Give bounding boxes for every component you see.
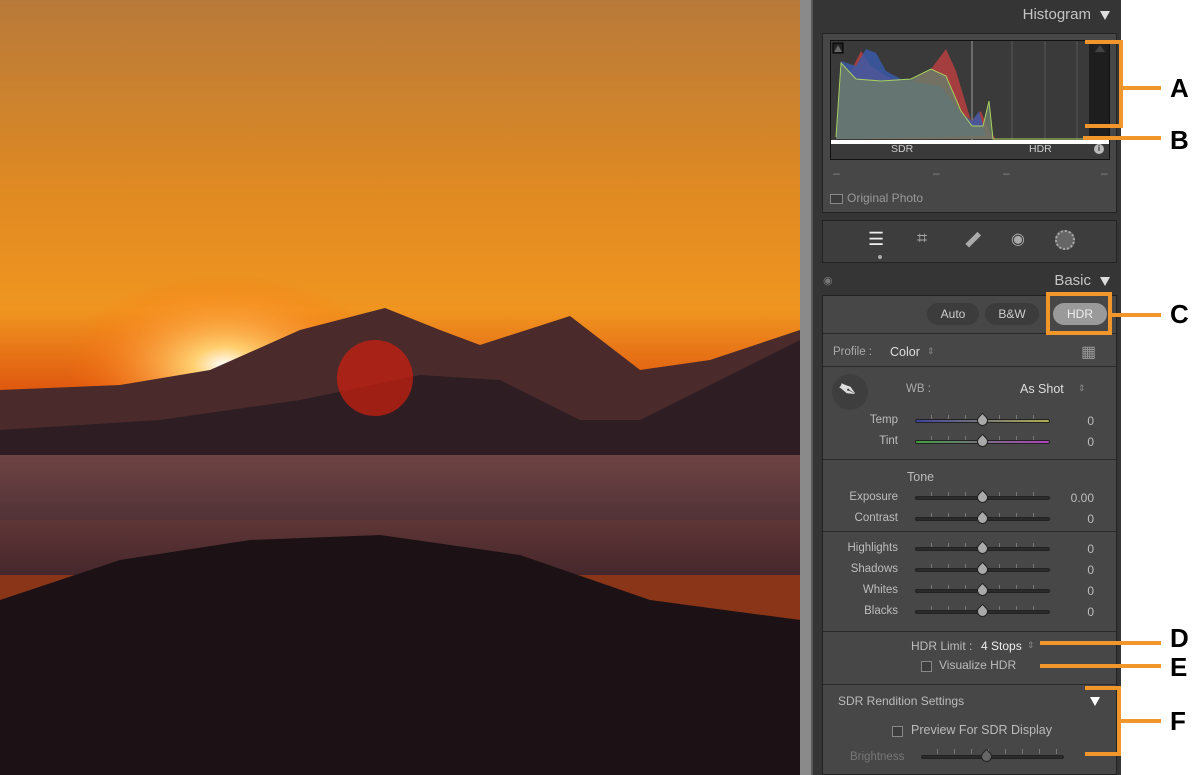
highlights-label: Highlights <box>847 542 899 554</box>
info-icon[interactable]: i <box>1094 144 1104 154</box>
blacks-label: Blacks <box>864 605 898 617</box>
annotation-c: C <box>1170 299 1189 329</box>
wb-stepper-icon[interactable]: ⇕ <box>1078 383 1086 394</box>
wb-dropdown[interactable]: As Shot <box>1020 382 1064 396</box>
exposure-value[interactable]: 0.00 <box>1071 491 1094 505</box>
annotation-d: D <box>1170 623 1189 653</box>
profile-stepper-icon[interactable]: ⇕ <box>927 346 935 357</box>
temp-value[interactable]: 0 <box>1087 414 1094 428</box>
readout-2: – <box>933 166 940 180</box>
readout-3: – <box>1003 166 1010 180</box>
tint-value[interactable]: 0 <box>1087 435 1094 449</box>
red-eye-icon[interactable]: ◉ <box>1011 229 1025 249</box>
healing-icon[interactable]: ▬ <box>958 225 984 251</box>
crop-icon[interactable]: ⌗ <box>917 228 927 249</box>
sdr-rendition-title: SDR Rendition Settings <box>838 694 965 708</box>
histogram-section: SDR HDR i – – – – Original Photo <box>822 33 1117 213</box>
visualize-hdr-label: Visualize HDR <box>939 658 1017 672</box>
eye-toggle-icon[interactable]: ◉ <box>823 274 833 287</box>
tone-label: Tone <box>907 470 935 484</box>
basic-title: Basic <box>1054 272 1091 289</box>
profile-label: Profile : <box>833 346 872 358</box>
wb-label: WB : <box>906 383 931 395</box>
photo-preview <box>0 0 800 775</box>
sdr-label: SDR <box>891 143 914 155</box>
shadows-label: Shadows <box>850 563 898 575</box>
hdr-limit-dropdown[interactable]: 4 Stops <box>981 639 1022 653</box>
tool-strip: ☰ ⌗ ▬ ◉ <box>822 220 1117 263</box>
hdr-limit-label: HDR Limit : <box>911 639 973 653</box>
edit-sliders-icon[interactable]: ☰ <box>868 229 884 250</box>
histogram-title: Histogram <box>1022 6 1091 23</box>
annotation-e: E <box>1170 652 1188 682</box>
annotation-f: F <box>1170 706 1186 736</box>
highlights-value[interactable]: 0 <box>1087 542 1094 556</box>
shadows-value[interactable]: 0 <box>1087 563 1094 577</box>
readout-1: – <box>833 166 840 180</box>
profile-browser-icon[interactable]: ▦ <box>1081 342 1096 362</box>
original-photo-checkbox[interactable] <box>830 194 843 204</box>
brightness-slider[interactable] <box>921 755 1064 759</box>
exposure-label: Exposure <box>849 491 898 503</box>
whites-label: Whites <box>862 584 898 596</box>
active-tool-dot <box>878 255 882 259</box>
masking-icon[interactable] <box>1055 230 1075 250</box>
profile-dropdown[interactable]: Color <box>890 345 920 359</box>
develop-panel: Histogram SDR HDR i – – – – Original Pho… <box>813 0 1121 775</box>
hdr-limit-stepper-icon[interactable]: ⇕ <box>1027 640 1035 651</box>
visualize-hdr-checkbox[interactable] <box>921 661 932 672</box>
tint-label: Tint <box>879 435 898 447</box>
auto-button[interactable]: Auto <box>927 303 979 325</box>
basic-collapse-icon[interactable] <box>1100 277 1110 286</box>
sdr-rendition-collapse-icon[interactable] <box>1090 697 1100 706</box>
contrast-label: Contrast <box>854 512 898 524</box>
annotation-a: A <box>1170 73 1189 103</box>
bw-button[interactable]: B&W <box>985 303 1039 325</box>
basic-section: Auto B&W HDR Profile : Color ⇕ ▦ ✒ WB : … <box>822 295 1118 775</box>
blacks-value[interactable]: 0 <box>1087 605 1094 619</box>
collapse-triangle-icon[interactable] <box>1100 11 1110 20</box>
preview-sdr-checkbox[interactable] <box>892 726 903 737</box>
contrast-value[interactable]: 0 <box>1087 512 1094 526</box>
temp-label: Temp <box>869 414 898 426</box>
eyedropper-icon[interactable]: ✒ <box>832 374 868 410</box>
brightness-label: Brightness <box>850 751 905 763</box>
preview-sdr-label: Preview For SDR Display <box>911 723 1053 737</box>
hdr-label: HDR <box>1029 143 1052 155</box>
original-photo-label: Original Photo <box>847 191 924 205</box>
whites-value[interactable]: 0 <box>1087 584 1094 598</box>
annotation-b: B <box>1170 125 1189 155</box>
panel-divider[interactable] <box>800 0 813 775</box>
histogram-chart: SDR HDR i <box>830 40 1110 160</box>
readout-4: – <box>1101 166 1108 180</box>
